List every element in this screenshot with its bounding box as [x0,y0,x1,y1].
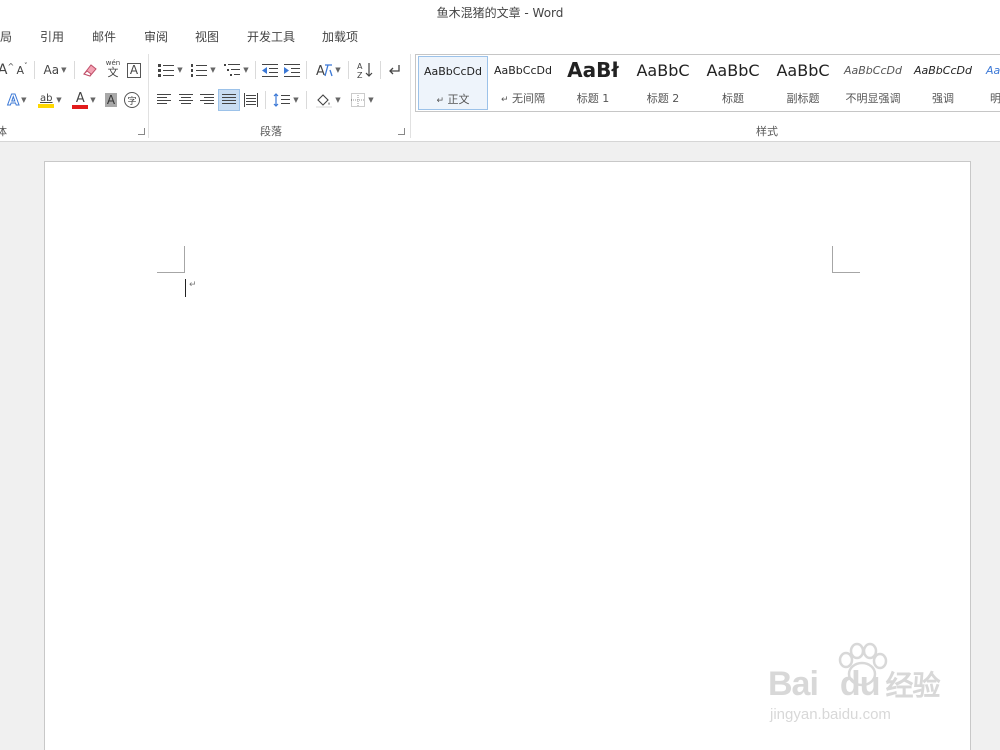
justify-button[interactable] [218,89,240,111]
tab-view[interactable]: 视图 [195,28,219,45]
align-left-icon [157,94,171,104]
tab-developer[interactable]: 开发工具 [247,28,295,45]
multilevel-list-button[interactable]: ▼ [220,60,252,80]
styles-gallery: AaBbCcDd ↵ 正文 AaBbCcDd ↵ 无间隔 AaBł 标题 1 A… [415,54,1000,112]
corner-mark-top-left [157,272,185,273]
align-center-button[interactable] [176,90,196,110]
paragraph-mark-icon: ↵ [500,95,509,105]
font-color-button[interactable]: A ▼ [68,90,100,110]
line-spacing-button[interactable]: ▼ [270,90,302,110]
bullets-icon [158,64,175,77]
sort-icon: A Z [357,62,373,79]
justify-icon [222,94,236,104]
numbering-icon [191,64,208,77]
distributed-icon [244,93,258,107]
char-border-icon: A [126,62,142,78]
distributed-button[interactable] [241,90,261,110]
ribbon: A ^ A ˅ Aa ▼ wén 文 A A ▼ ab ▼ A ▼ A 字 体 … [0,48,1000,142]
svg-text:A: A [316,64,325,78]
align-center-icon [179,94,193,104]
ribbon-tabs: 局 引用 邮件 审阅 视图 开发工具 加载项 [0,24,1000,48]
increase-indent-button[interactable] [282,60,302,80]
highlight-color-swatch [38,103,55,108]
style-intense-emphasis[interactable]: Aa 明 [978,56,1000,110]
text-effects-icon: A [7,91,20,110]
highlight-icon: ab [38,93,55,108]
paragraph-mark-icon: ↵ [436,96,445,106]
paragraph-dialog-launcher[interactable] [398,128,405,135]
shading-button[interactable]: ▼ [312,90,344,110]
paragraph-group-label: 段落 [260,125,282,138]
clear-formatting-icon [83,64,97,77]
grow-font-button[interactable]: A ^ [0,60,14,80]
char-shading-button[interactable]: A [102,90,120,110]
multilevel-list-icon [224,64,241,76]
style-subtle-emphasis[interactable]: AaBbCcDd 不明显强调 [838,56,908,110]
shrink-font-button[interactable]: A ˅ [14,60,30,80]
styles-group-label: 样式 [756,125,778,138]
style-title[interactable]: AaBbC 标题 [698,56,768,110]
font-color-icon: A [72,92,89,109]
char-border-button[interactable]: A [125,60,143,80]
paragraph-mark: ↵ [189,280,197,290]
enclose-char-button[interactable]: 字 [122,90,142,110]
svg-text:Z: Z [357,71,363,79]
phonetic-guide-button[interactable]: wén 文 [102,57,124,81]
corner-mark-top-right [832,246,833,272]
borders-icon [351,93,366,107]
borders-button[interactable]: ▼ [346,90,378,110]
tab-review[interactable]: 审阅 [144,28,168,45]
decrease-indent-icon [262,64,278,77]
tab-mailings[interactable]: 邮件 [92,28,116,45]
font-dialog-launcher[interactable] [138,128,145,135]
style-subtitle[interactable]: AaBbC 副标题 [768,56,838,110]
title-bar: 鱼木混猪的文章 - Word [0,0,1000,24]
chinese-layout-button[interactable]: A ▼ [312,60,344,80]
baidu-watermark: Bai du 经验 jingyan.baidu.com [758,640,958,735]
clear-formatting-button[interactable] [80,60,100,80]
paint-bucket-icon [316,94,333,108]
paragraph-mark-icon [389,65,400,75]
align-right-icon [200,94,214,104]
corner-mark-top-right [832,272,860,273]
chinese-layout-icon: A [316,64,333,78]
grow-font-icon: A [0,62,8,78]
text-cursor [185,279,186,297]
corner-mark-top-left [184,246,185,272]
tab-layout[interactable]: 局 [0,28,12,45]
style-heading-2[interactable]: AaBbC 标题 2 [628,56,698,110]
tab-addins[interactable]: 加载项 [322,28,358,45]
decrease-indent-button[interactable] [260,60,280,80]
align-left-button[interactable] [154,90,174,110]
enclose-char-icon: 字 [124,92,140,108]
change-case-button[interactable]: Aa ▼ [40,60,70,80]
tab-references[interactable]: 引用 [40,28,64,45]
font-color-swatch [72,104,89,109]
style-emphasis[interactable]: AaBbCcDd 强调 [908,56,978,110]
align-right-button[interactable] [197,90,217,110]
text-effects-button[interactable]: A ▼ [2,90,32,110]
show-marks-button[interactable] [384,60,406,80]
style-no-spacing[interactable]: AaBbCcDd ↵ 无间隔 [488,56,558,110]
font-group-label: 体 [0,125,7,138]
style-heading-1[interactable]: AaBł 标题 1 [558,56,628,110]
line-spacing-icon [273,93,291,107]
style-normal[interactable]: AaBbCcDd ↵ 正文 [418,56,488,110]
svg-text:A: A [357,62,363,71]
highlight-button[interactable]: ab ▼ [34,90,66,110]
shrink-font-icon: A [16,63,25,77]
window-title: 鱼木混猪的文章 - Word [436,6,564,20]
increase-indent-icon [284,64,300,77]
bullets-button[interactable]: ▼ [154,60,186,80]
numbering-button[interactable]: ▼ [187,60,219,80]
sort-button[interactable]: A Z [354,60,376,80]
char-shading-icon: A [104,93,118,107]
